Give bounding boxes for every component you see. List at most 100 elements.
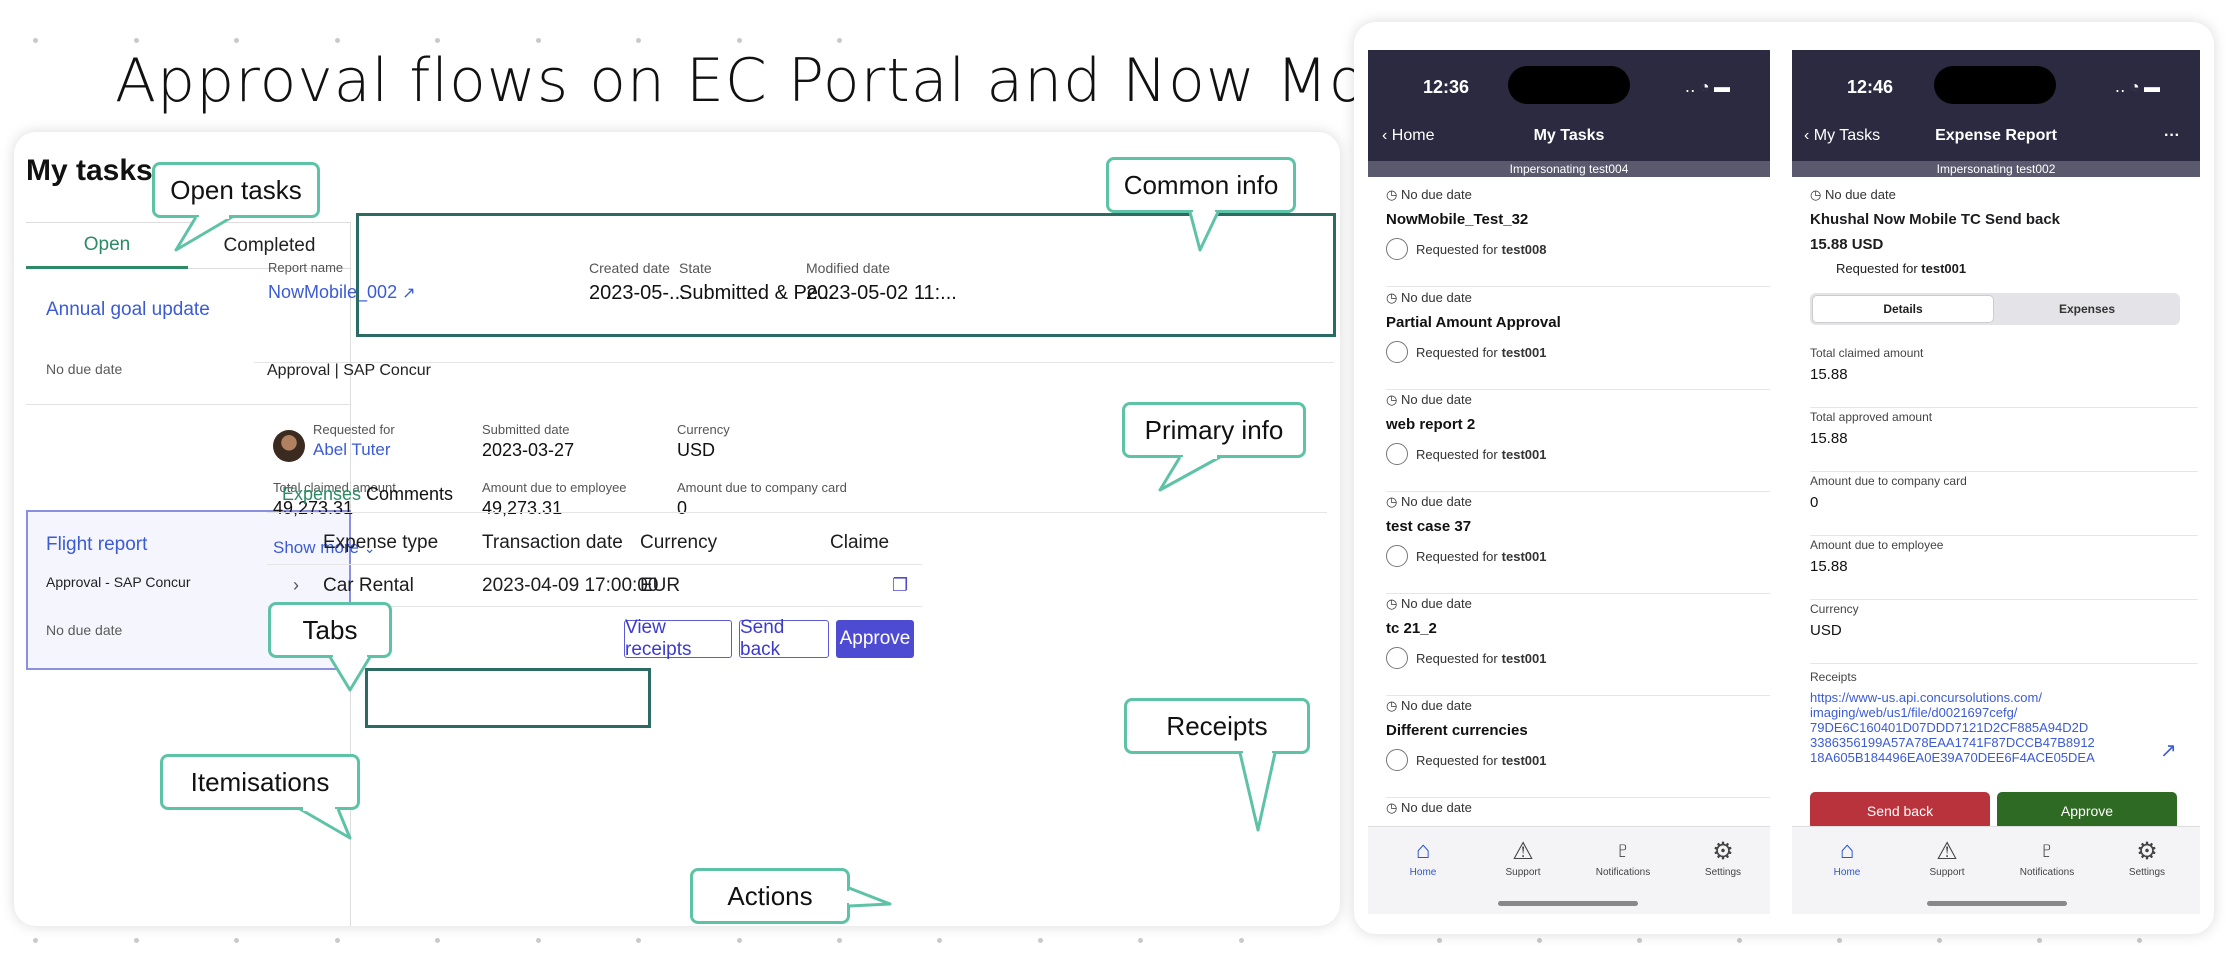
common-info-highlight xyxy=(356,213,1336,337)
currency-label: Currency xyxy=(677,422,730,437)
due-card-label: Amount due to company card xyxy=(677,480,847,495)
table-row[interactable]: › Car Rental 2023-04-09 17:00:00 EUR ❐ xyxy=(267,565,922,607)
tabs-highlight xyxy=(365,668,651,728)
list-item[interactable]: ◷ No due date Partial Amount Approval Requ… xyxy=(1386,290,1770,390)
requested-for: Requested for test001 xyxy=(1386,749,1770,771)
divider xyxy=(267,512,1327,513)
home-indicator xyxy=(1927,901,2067,906)
receipts-label: Receipts xyxy=(1810,670,1857,684)
tab-settings[interactable]: ⚙ Settings xyxy=(1678,837,1768,878)
requested-for: Requested for test001 xyxy=(1386,443,1770,465)
due-employee-label: Amount due to employee xyxy=(482,480,627,495)
task-title: Annual goal update xyxy=(46,299,210,320)
receipt-link[interactable]: https://www-us.api.concursolutions.com/ … xyxy=(1810,690,2140,765)
clock-icon: ◷ xyxy=(1386,392,1398,407)
screen-title: My Tasks xyxy=(1533,127,1605,144)
tab-support[interactable]: ⚠ Support xyxy=(1478,837,1568,878)
view-receipts-button[interactable]: View receipts xyxy=(624,617,732,660)
task-title: Flight report xyxy=(46,534,148,555)
tab-expenses[interactable]: Expenses xyxy=(282,484,361,505)
requested-for: Requested for test001 xyxy=(1386,647,1770,669)
user-icon xyxy=(1386,647,1408,669)
field-label: Amount due to company card xyxy=(1810,474,1967,488)
requested-for: Requested for test001 xyxy=(1386,545,1770,567)
report-header: ◷ No due date Khushal Now Mobile TC Send… xyxy=(1810,187,2190,276)
tab-notifications[interactable]: ♇ Notifications xyxy=(2002,837,2092,878)
list-item[interactable]: ◷ No due date tc 21_2 Requested for test001 xyxy=(1386,596,1770,696)
field-label: Total claimed amount xyxy=(1810,346,1924,360)
report-amount: 15.88 USD xyxy=(1810,236,1884,253)
tab-home[interactable]: ⌂ Home xyxy=(1378,837,1468,878)
callout-receipts: Receipts xyxy=(1124,698,1310,754)
expand-row-icon[interactable]: › xyxy=(293,575,299,596)
callout-open-tasks: Open tasks xyxy=(152,162,320,218)
phone-expense-report: 12:46 ‥ ◔ ▬ ‹ My Tasks Expense Report ··… xyxy=(1792,50,2200,914)
user-icon xyxy=(1386,341,1408,363)
status-icons: ‥ ◔ ▬ xyxy=(2114,79,2160,96)
send-back-button[interactable]: Send back xyxy=(1810,792,1990,830)
screen-title: Expense Report xyxy=(1935,127,2057,144)
task-due: No due date xyxy=(46,622,123,638)
approve-button[interactable]: Approve xyxy=(1997,792,2177,830)
requested-for: Requested for test001 xyxy=(1386,341,1770,363)
status-icons: ‥ ◔ ▬ xyxy=(1684,79,1730,96)
segment-details[interactable]: Details xyxy=(1812,295,1994,323)
detail-field: Amount due to company card 0 xyxy=(1810,474,2198,536)
send-back-button[interactable]: Send back xyxy=(739,617,829,660)
task-name: tc 21_2 xyxy=(1386,620,1437,637)
phone-header: 12:46 ‥ ◔ ▬ ‹ My Tasks Expense Report ··… xyxy=(1792,50,2200,177)
more-button[interactable]: ··· xyxy=(2164,127,2180,145)
callout-tabs: Tabs xyxy=(268,602,392,658)
impersonating-banner: Impersonating test002 xyxy=(1792,161,2200,177)
impersonating-banner: Impersonating test004 xyxy=(1368,161,1770,177)
field-value: 15.88 xyxy=(1810,366,1848,383)
report-name: Khushal Now Mobile TC Send back xyxy=(1810,211,2061,228)
tab-settings[interactable]: ⚙ Settings xyxy=(2102,837,2192,878)
tab-notifications[interactable]: ♇ Notifications xyxy=(1578,837,1668,878)
requested-for: Requested for test008 xyxy=(1386,238,1770,260)
list-item[interactable]: ◷ No due date web report 2 Requested for te… xyxy=(1386,392,1770,492)
clock-icon: ◷ xyxy=(1386,494,1398,509)
segment-expenses[interactable]: Expenses xyxy=(1996,295,2178,323)
home-icon: ⌂ xyxy=(1415,837,1431,864)
report-name-label: Report name xyxy=(268,260,344,275)
requested-for: Requested for test001 xyxy=(1836,261,1967,276)
callout-actions: Actions xyxy=(690,868,850,924)
task-name: Different currencies xyxy=(1386,722,1528,739)
home-indicator xyxy=(1498,901,1638,906)
home-icon: ⌂ xyxy=(1839,837,1855,864)
user-icon xyxy=(1386,238,1408,260)
list-item[interactable]: ◷ No due date test case 37 Requested for te… xyxy=(1386,494,1770,594)
callout-itemisations: Itemisations xyxy=(160,754,360,810)
tab-home[interactable]: ⌂ Home xyxy=(1802,837,1892,878)
receipt-icon[interactable]: ❐ xyxy=(892,575,908,596)
currency-cell: EUR xyxy=(640,575,681,596)
field-value: 15.88 xyxy=(1810,430,1848,447)
requested-for-link[interactable]: Abel Tuter xyxy=(313,440,391,460)
warning-icon: ⚠ xyxy=(1936,838,1958,865)
expense-type-cell: Car Rental xyxy=(323,575,414,596)
tab-open[interactable]: Open xyxy=(26,223,188,269)
transaction-date-cell: 2023-04-09 17:00:00 xyxy=(482,575,659,596)
phone-header: 12:36 ‥ ◔ ▬ ‹ Home My Tasks Impersonatin… xyxy=(1368,50,1770,177)
clock-icon: ◷ xyxy=(1386,187,1398,202)
bell-icon: ♇ xyxy=(1614,837,1632,864)
approval-title: Approval | SAP Concur xyxy=(267,362,431,379)
user-icon xyxy=(1386,545,1408,567)
field-value: USD xyxy=(1810,622,1842,639)
bell-icon: ♇ xyxy=(2038,837,2056,864)
requested-for-label: Requested for xyxy=(313,422,395,437)
tab-comments[interactable]: Comments xyxy=(366,484,453,505)
column-header: Expense type xyxy=(323,532,439,553)
gear-icon: ⚙ xyxy=(2136,838,2158,865)
list-item[interactable]: ◷ No due date Different currencies Request… xyxy=(1386,698,1770,798)
list-item[interactable]: ◷ No due date NowMobile_Test_32 Requested … xyxy=(1386,187,1770,287)
task-subtitle: Approval - SAP Concur xyxy=(46,574,191,590)
approve-button[interactable]: Approve xyxy=(836,620,914,658)
tab-support[interactable]: ⚠ Support xyxy=(1902,837,1992,878)
slide-title: Approval flows on EC Portal and Now Mobi… xyxy=(115,46,1479,116)
external-link-icon[interactable]: ↗ xyxy=(2160,738,2177,763)
task-name: Partial Amount Approval xyxy=(1386,314,1561,331)
detail-field: Total approved amount 15.88 xyxy=(1810,410,2198,472)
column-header: Transaction date xyxy=(482,532,623,553)
